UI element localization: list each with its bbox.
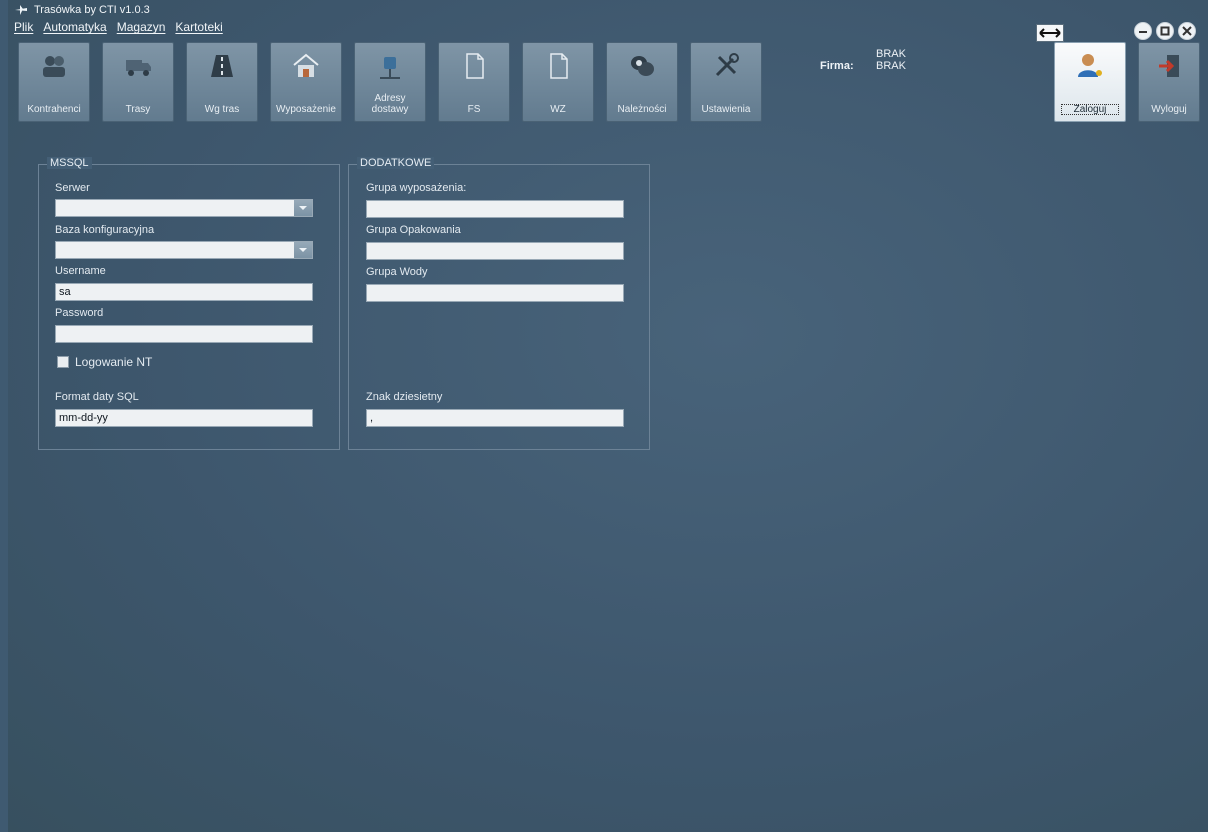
minimize-button[interactable]	[1134, 22, 1152, 40]
serwer-label: Serwer	[55, 182, 90, 194]
format-daty-field[interactable]: mm-dd-yy	[55, 409, 313, 427]
window-title: Trasówka by CTI v1.0.3	[34, 4, 150, 16]
menu-magazyn[interactable]: Magazyn	[117, 20, 166, 38]
contacts-icon	[43, 56, 65, 77]
ustawienia-button[interactable]: Ustawienia	[690, 42, 762, 122]
fs-button[interactable]: FS	[438, 42, 510, 122]
menu-kartoteki[interactable]: Kartoteki	[175, 20, 222, 38]
plane-icon	[15, 5, 27, 15]
adresy-dostawy-button[interactable]: Adresy dostawy	[354, 42, 426, 122]
chevron-down-icon[interactable]	[294, 200, 312, 216]
menu-automatyka[interactable]: Automatyka	[43, 20, 106, 38]
firma-value-top: BRAK	[876, 48, 906, 60]
house-icon	[293, 53, 319, 77]
grupa-wody-field[interactable]	[366, 284, 624, 302]
wyposazenie-button[interactable]: Wyposażenie	[270, 42, 342, 122]
chevron-down-icon[interactable]	[294, 242, 312, 258]
tools-icon	[715, 53, 739, 77]
maximize-button[interactable]	[1156, 22, 1174, 40]
username-field[interactable]: sa	[55, 283, 313, 301]
maximize-icon	[1160, 26, 1170, 36]
road-icon	[211, 55, 233, 77]
resize-icon[interactable]	[1036, 24, 1064, 42]
naleznosci-button[interactable]: Należności	[606, 42, 678, 122]
format-daty-label: Format daty SQL	[55, 391, 139, 403]
title-bar: Trasówka by CTI v1.0.3	[8, 0, 1208, 20]
grupa-wody-label: Grupa Wody	[366, 266, 428, 278]
dodatkowe-group-title: DODATKOWE	[357, 157, 435, 169]
logowanie-nt-checkbox[interactable]	[57, 356, 69, 368]
grupa-wyposazenia-label: Grupa wyposażenia:	[366, 182, 467, 194]
minimize-icon	[1139, 31, 1147, 33]
zaloguj-button[interactable]: Zaloguj	[1054, 42, 1126, 122]
firma-value: BRAK	[876, 60, 906, 72]
grupa-opakowania-label: Grupa Opakowania	[366, 224, 461, 236]
menu-bar: Plik Automatyka Magazyn Kartoteki	[14, 20, 223, 38]
password-field[interactable]	[55, 325, 313, 343]
close-button[interactable]	[1178, 22, 1196, 40]
wg-tras-button[interactable]: Wg tras	[186, 42, 258, 122]
baza-label: Baza konfiguracyjna	[55, 224, 155, 236]
close-icon	[1182, 26, 1192, 36]
wz-button[interactable]: WZ	[522, 42, 594, 122]
serwer-combo[interactable]	[55, 199, 313, 217]
wyloguj-button[interactable]: Wyloguj	[1138, 42, 1200, 122]
username-label: Username	[55, 265, 106, 277]
mssql-group-title: MSSQL	[47, 157, 92, 169]
baza-combo[interactable]	[55, 241, 313, 259]
user-key-icon	[1078, 54, 1102, 77]
app-window: Trasówka by CTI v1.0.3 Plik Automatyka M…	[8, 0, 1208, 832]
znak-dziesietny-field[interactable]: ,	[366, 409, 624, 427]
kontrahenci-button[interactable]: Kontrahenci	[18, 42, 90, 122]
logowanie-nt-label: Logowanie NT	[75, 355, 153, 369]
truck-icon	[126, 60, 151, 76]
grupa-opakowania-field[interactable]	[366, 242, 624, 260]
trasy-button[interactable]: Trasy	[102, 42, 174, 122]
mailbox-icon	[380, 57, 400, 79]
document-icon	[550, 53, 568, 79]
logout-icon	[1159, 55, 1179, 77]
firma-label: Firma:	[820, 60, 854, 72]
menu-plik[interactable]: Plik	[14, 20, 33, 38]
password-label: Password	[55, 307, 104, 319]
money-icon	[631, 56, 654, 76]
znak-dziesietny-label: Znak dziesietny	[366, 391, 443, 403]
grupa-wyposazenia-field[interactable]	[366, 200, 624, 218]
document-icon	[466, 53, 484, 79]
